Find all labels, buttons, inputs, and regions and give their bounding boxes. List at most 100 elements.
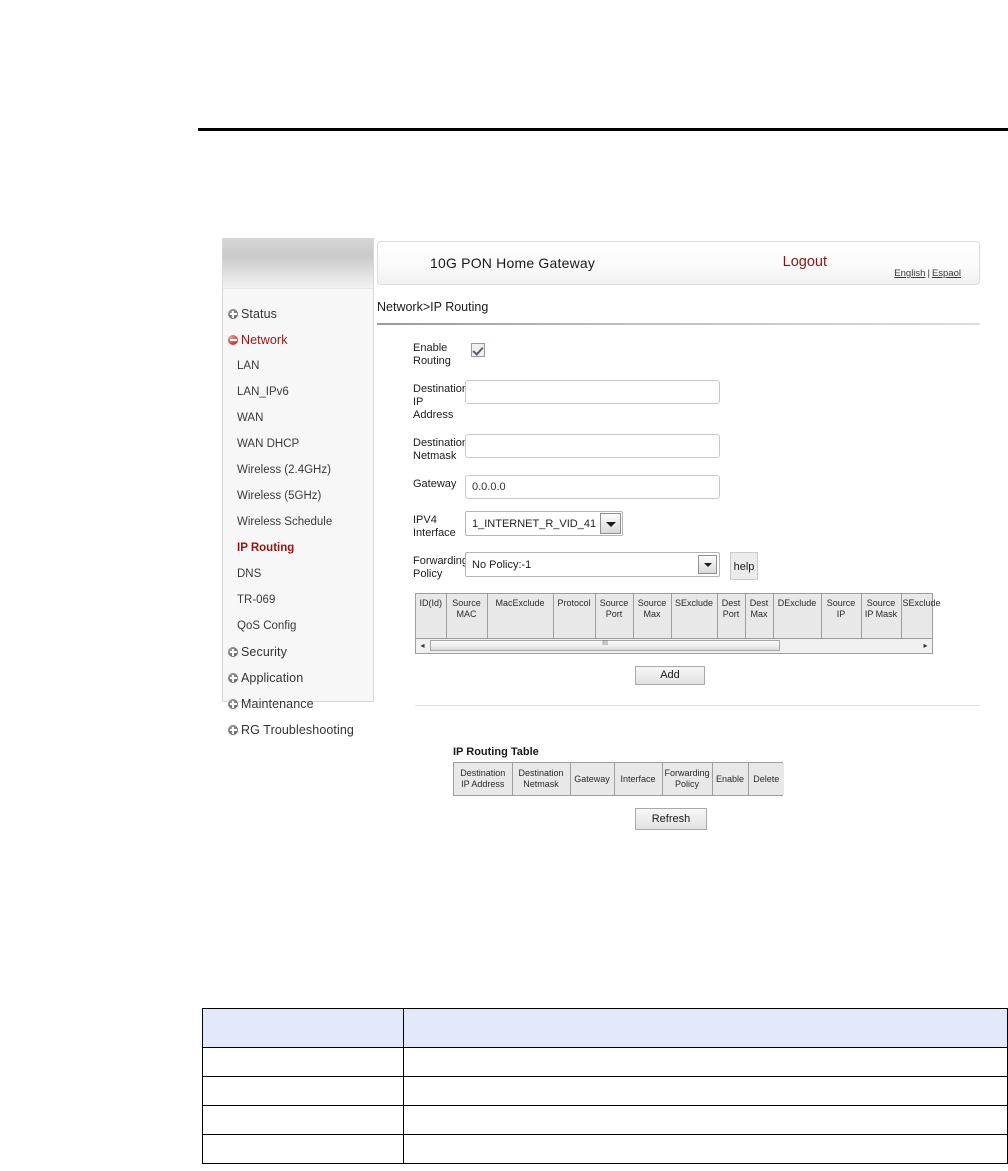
destination-netmask-label: Destination Netmask <box>413 437 469 462</box>
sidebar: Status Network LAN LAN_IPv6 WAN WAN DHCP… <box>222 238 374 737</box>
sidebar-item-wireless-schedule[interactable]: Wireless Schedule <box>223 509 373 535</box>
chevron-down-icon[interactable] <box>600 513 621 534</box>
policy-col-source-mac: Source MAC <box>446 594 488 638</box>
refresh-button[interactable]: Refresh <box>635 808 707 830</box>
rt-col-forwarding-policy: Forwarding Policy <box>662 763 713 795</box>
policy-col-sexclude: SExclude <box>671 594 718 638</box>
table-cell <box>403 1105 1008 1135</box>
destination-ip-input[interactable] <box>465 380 720 404</box>
policy-col-dexclude: DExclude <box>773 594 822 638</box>
ipv4-interface-select-wrap[interactable]: 1_INTERNET_R_VID_41 <box>465 511 623 536</box>
sidebar-item-wan[interactable]: WAN <box>223 405 373 431</box>
sidebar-group-label: Security <box>241 645 287 659</box>
plus-circle-icon[interactable] <box>227 724 239 736</box>
enable-routing-checkbox[interactable] <box>471 343 485 357</box>
scroll-left-arrow-icon[interactable]: ◂ <box>416 639 429 652</box>
help-button[interactable]: help <box>730 552 758 580</box>
ip-routing-table-header-row: Destination IP Address Destination Netma… <box>454 763 784 795</box>
plus-circle-icon[interactable] <box>227 308 239 320</box>
sidebar-logo-area <box>223 238 373 289</box>
sidebar-item-wireless-24ghz[interactable]: Wireless (2.4GHz) <box>223 457 373 483</box>
table-cell <box>202 1076 404 1106</box>
sidebar-group-security[interactable]: Security <box>223 639 373 665</box>
gateway-label: Gateway <box>413 478 457 490</box>
policy-col-dest-max: Dest Max <box>745 594 774 638</box>
sidebar-nav: Status Network LAN LAN_IPv6 WAN WAN DHCP… <box>223 289 373 743</box>
sidebar-group-label: RG Troubleshooting <box>241 723 354 737</box>
policy-col-dest-port: Dest Port <box>717 594 746 638</box>
table-cell <box>403 1076 1008 1106</box>
form-row-forwarding-policy: Forwarding Policy No Policy:-1 help <box>413 552 982 581</box>
chevron-down-icon[interactable] <box>698 555 717 574</box>
language-link-english[interactable]: English <box>894 268 925 279</box>
sidebar-item-wan-dhcp[interactable]: WAN DHCP <box>223 431 373 457</box>
sidebar-item-wireless-5ghz[interactable]: Wireless (5GHz) <box>223 483 373 509</box>
policy-grid-hscrollbar[interactable]: ◂ ▸ <box>416 638 932 653</box>
ip-routing-table-title: IP Routing Table <box>453 746 539 758</box>
language-link-spanish[interactable]: Espaol <box>932 268 961 279</box>
table-cell <box>202 1134 404 1164</box>
table-row <box>202 1076 1008 1106</box>
sidebar-group-rg-troubleshooting[interactable]: RG Troubleshooting <box>223 717 373 743</box>
sidebar-group-network[interactable]: Network <box>223 327 373 353</box>
sidebar-item-qos-config[interactable]: QoS Config <box>223 613 373 639</box>
ip-routing-table-el: Destination IP Address Destination Netma… <box>454 763 784 795</box>
scroll-right-arrow-icon[interactable]: ▸ <box>919 639 932 652</box>
table-cell <box>403 1134 1008 1164</box>
sidebar-group-status[interactable]: Status <box>223 301 373 327</box>
table-header-cell-1 <box>202 1008 404 1048</box>
breadcrumb-divider <box>377 323 980 325</box>
table-row <box>202 1047 1008 1077</box>
policy-col-id: ID(Id) <box>416 594 447 638</box>
content-pane: 10G PON Home Gateway Logout English | Espa… <box>375 238 982 830</box>
language-switcher: English | Espaol <box>894 268 961 279</box>
ip-routing-table: Destination IP Address Destination Netma… <box>453 762 784 796</box>
rt-col-destination-ip: Destination IP Address <box>454 763 513 795</box>
form-row-gateway: Gateway <box>413 475 982 499</box>
table-header-cell-2 <box>403 1008 1008 1048</box>
form-row-enable-routing: Enable Routing <box>413 339 982 368</box>
policy-col-sexclude-2: SExclude <box>901 594 941 638</box>
policy-grid: ID(Id) Source MAC MacExclude Protocol So… <box>415 593 941 654</box>
policy-col-protocol: Protocol <box>553 594 596 638</box>
table-cell <box>403 1047 1008 1077</box>
ipv4-interface-label: IPV4 Interface <box>413 514 456 539</box>
forwarding-policy-select[interactable]: No Policy:-1 <box>465 552 720 577</box>
section-divider <box>415 705 980 706</box>
rt-col-gateway: Gateway <box>570 763 615 795</box>
sidebar-item-ip-routing[interactable]: IP Routing <box>223 535 373 561</box>
destination-netmask-input[interactable] <box>465 434 720 458</box>
table-cell <box>202 1105 404 1135</box>
sidebar-item-tr069[interactable]: TR-069 <box>223 587 373 613</box>
plus-circle-icon[interactable] <box>227 672 239 684</box>
plus-circle-icon[interactable] <box>227 646 239 658</box>
minus-circle-icon[interactable] <box>227 334 239 346</box>
form-row-ipv4-interface: IPV4 Interface 1_INTERNET_R_VID_41 <box>413 511 982 540</box>
enable-routing-label: Enable Routing <box>413 342 451 367</box>
rt-col-interface: Interface <box>614 763 663 795</box>
rt-col-delete: Delete <box>748 763 784 795</box>
sidebar-group-application[interactable]: Application <box>223 665 373 691</box>
sidebar-item-dns[interactable]: DNS <box>223 561 373 587</box>
table-header-row <box>202 1008 1008 1048</box>
breadcrumb: Network>IP Routing <box>377 300 489 314</box>
sidebar-item-lan[interactable]: LAN <box>223 353 373 379</box>
rt-col-destination-netmask: Destination Netmask <box>512 763 571 795</box>
logout-button[interactable]: Logout <box>783 254 827 270</box>
add-button[interactable]: Add <box>635 666 705 685</box>
ip-routing-form: Enable Routing Destination IP Address De… <box>413 339 982 830</box>
plus-circle-icon[interactable] <box>227 698 239 710</box>
document-top-rule <box>198 128 1008 131</box>
sidebar-group-maintenance[interactable]: Maintenance <box>223 691 373 717</box>
scrollbar-thumb[interactable] <box>430 640 780 651</box>
policy-col-source-ip: Source IP <box>821 594 862 638</box>
gateway-title: 10G PON Home Gateway <box>430 255 596 271</box>
sidebar-group-label: Maintenance <box>241 697 314 711</box>
gateway-input[interactable] <box>465 475 720 499</box>
forwarding-policy-select-wrap[interactable]: No Policy:-1 <box>465 552 720 577</box>
sidebar-item-lan-ipv6[interactable]: LAN_IPv6 <box>223 379 373 405</box>
policy-col-mac-exclude: MacExclude <box>487 594 554 638</box>
rt-col-enable: Enable <box>712 763 749 795</box>
sidebar-group-label: Application <box>241 671 304 685</box>
document-bottom-table <box>202 1008 1008 1164</box>
